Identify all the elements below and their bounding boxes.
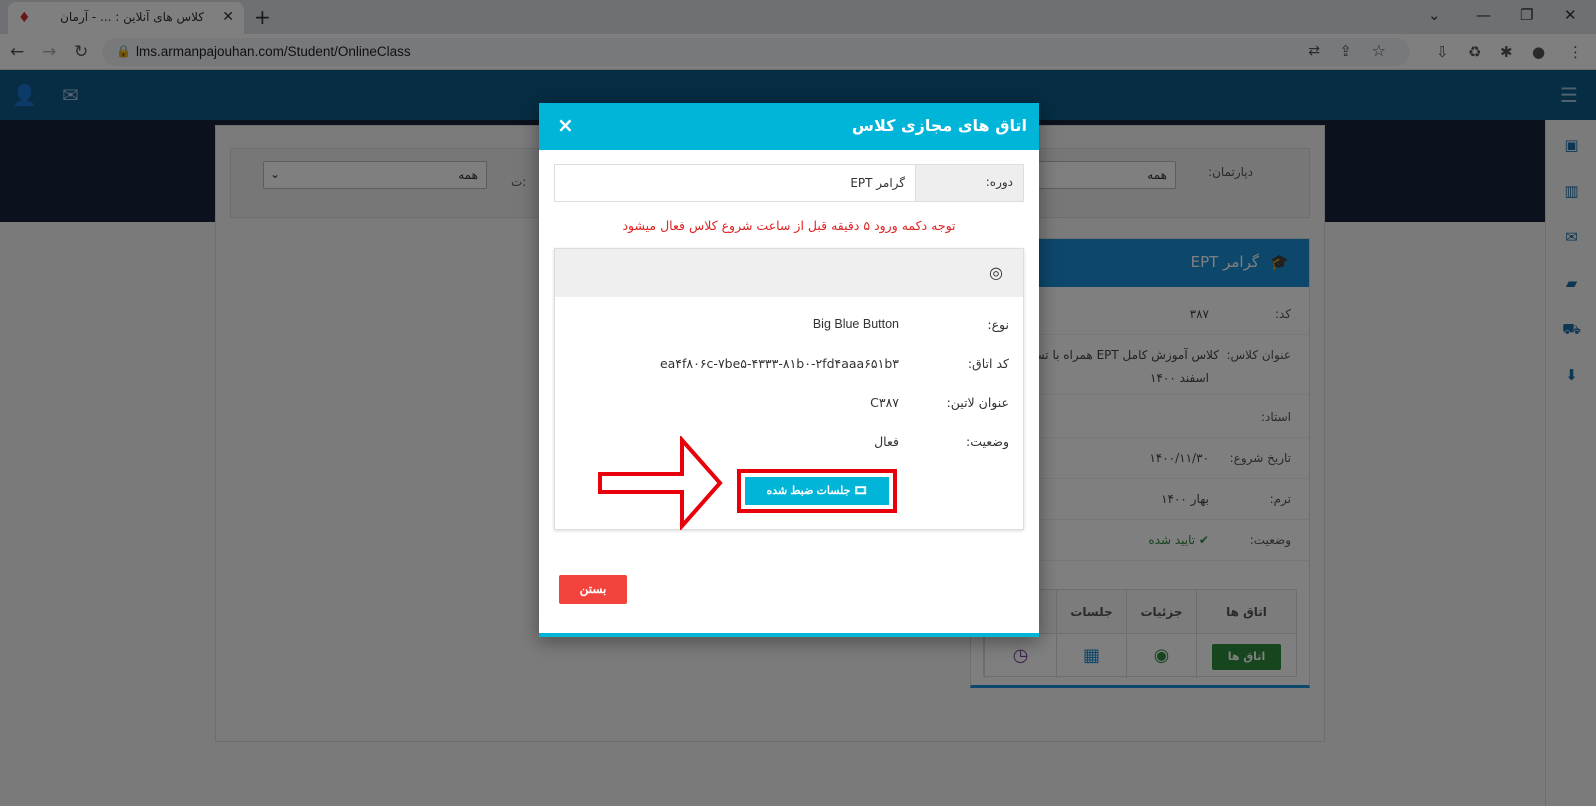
room-panel-header: ◎ (555, 249, 1023, 297)
highlight-box: 🎞 جلسات ضبط شده (737, 469, 897, 513)
detail-type: نوع: Big Blue Button (812, 317, 1009, 332)
virtual-rooms-modal: اتاق های مجازی کلاس × دوره: گرامر EPT تو… (539, 103, 1039, 637)
modal-close-icon[interactable]: × (557, 113, 574, 137)
course-label: دوره: (915, 165, 1023, 201)
course-field: دوره: گرامر EPT (554, 164, 1024, 202)
detail-latin-title: عنوان لاتین: C۳۸۷ (870, 395, 1009, 410)
modal-footer-bar (539, 633, 1039, 637)
close-button[interactable]: بستن (559, 575, 627, 604)
film-icon: 🎞 (853, 485, 868, 497)
course-value: گرامر EPT (850, 176, 905, 190)
detail-room-code: کد اتاق: ea۴f۸۰۶c-۷be۵-۴۳۳۳-۸۱b۰-۲fd۴aaa۶… (659, 356, 1009, 371)
modal-header: اتاق های مجازی کلاس × (539, 103, 1039, 150)
modal-title: اتاق های مجازی کلاس (851, 116, 1027, 135)
podcast-icon: ◎ (989, 263, 1003, 282)
recorded-sessions-button[interactable]: 🎞 جلسات ضبط شده (745, 477, 889, 505)
annotation-arrow (598, 436, 723, 530)
notice-text: توجه دکمه ورود ۵ دقیقه قبل از ساعت شروع … (622, 218, 956, 233)
